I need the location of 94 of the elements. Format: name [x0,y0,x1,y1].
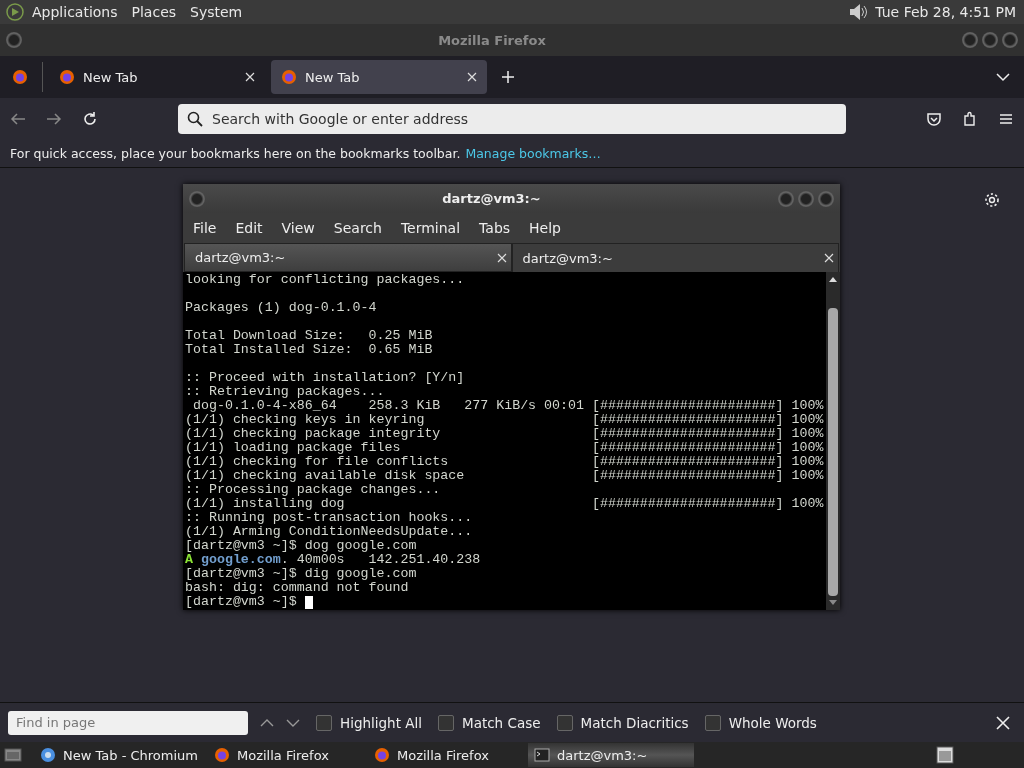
menu-item[interactable]: Terminal [400,220,461,236]
down-icon[interactable] [286,717,300,728]
close-icon[interactable] [467,72,477,82]
terminal-line: looking for conflicting packages... [185,273,465,287]
browser-tab[interactable]: New Tab [49,60,265,94]
manage-bookmarks-link[interactable]: Manage bookmarks… [465,146,601,161]
scrollbar[interactable] [826,272,840,610]
window-menu-button[interactable] [6,32,22,48]
up-icon[interactable] [260,717,274,728]
chevron-down-icon[interactable] [996,72,1010,82]
close-icon[interactable] [824,253,834,263]
terminal-line: (1/1) checking package integrity [######################] 100% [185,427,824,441]
logo-icon[interactable] [6,3,24,21]
browser-tab[interactable]: New Tab [271,60,487,94]
menu-item[interactable]: File [193,220,217,236]
extensions-icon[interactable] [962,111,978,127]
firefox-icon[interactable] [12,69,28,85]
checkbox-label[interactable]: Match Diacritics [580,714,689,731]
terminal-line: [dartz@vm3 ~]$ dig google.com [185,567,417,581]
terminal-line: (1/1) checking available disk space [######################] 100% [185,469,824,483]
minimize-button[interactable] [962,32,978,48]
terminal-tab[interactable]: dartz@vm3:~ [184,243,512,272]
address-field[interactable]: Search with Google or enter address [178,104,846,134]
menu-item[interactable]: Help [529,220,561,236]
terminal-line: Total Download Size: 0.25 MiB [185,329,433,343]
menu-item[interactable]: View [281,220,315,236]
terminal-line: Packages (1) dog-0.1.0-4 [185,301,377,315]
terminal-line: :: Running post-transaction hooks... [185,511,473,525]
minimize-button[interactable] [778,190,794,207]
pocket-icon[interactable] [926,111,942,127]
menu-item[interactable]: Edit [235,220,263,236]
panel-menu[interactable]: System [190,4,243,20]
firefox-icon [373,747,390,763]
checkbox-label[interactable]: Match Case [462,714,541,731]
terminal-line: :: Processing package changes... [185,483,441,497]
scroll-up-icon[interactable] [829,276,837,282]
menu-item[interactable]: Tabs [479,220,511,236]
forward-icon[interactable] [46,111,62,127]
search-icon [187,111,203,127]
close-icon[interactable] [245,72,255,82]
close-icon[interactable] [996,715,1010,730]
taskbar-item[interactable]: dartz@vm3:~ [527,743,694,767]
panel-menu[interactable]: Places [131,4,177,20]
terminal-line: dog-0.1.0-4-x86_64 258.3 KiB 277 KiB/s 00:01 [######################] 100% [191,399,824,413]
terminal-line: Total Installed Size: 0.65 MiB [185,343,433,357]
window-title: dartz@vm3:~ [441,191,542,206]
checkbox[interactable] [704,714,721,731]
terminal-line: (1/1) loading package files [######################] 100% [185,441,824,455]
terminal-line: (1/1) Arming ConditionNeedsUpdate... [185,525,473,539]
firefox-icon [59,69,75,85]
firefox-icon [213,747,230,763]
checkbox[interactable] [316,714,332,731]
close-button[interactable] [818,190,834,207]
taskbar-item[interactable]: Mozilla Firefox [367,743,524,767]
terminal-line: (1/1) checking keys in keyring [######################] 100% [185,413,824,427]
back-icon[interactable] [10,111,26,127]
taskbar-item[interactable]: New Tab - Chromium [34,743,204,767]
settings-icon[interactable] [984,192,1000,208]
scroll-down-icon[interactable] [829,600,837,606]
terminal-line: [dartz@vm3 ~]$ [185,595,298,609]
checkbox-label[interactable]: Whole Words [728,714,817,731]
clock[interactable]: Tue Feb 28, 4:51 PM [875,4,1016,20]
terminal-line: [dartz@vm3 ~]$ dog google.com [185,539,417,553]
checkbox[interactable] [556,714,573,731]
terminal-line: (1/1) checking for file conflicts [######################] 100% [185,455,824,469]
terminal-line: :: Retrieving packages... [185,385,385,399]
checkbox-label[interactable]: Highlight All [340,714,422,731]
speaker-icon[interactable] [847,1,870,23]
close-icon[interactable] [496,252,507,263]
find-field[interactable]: Find in page [8,710,248,735]
show-desktop-icon[interactable] [4,746,22,764]
scroll-thumb[interactable] [828,308,838,596]
menu-icon[interactable] [998,111,1014,127]
panel-menu[interactable]: Applications [32,4,118,20]
terminal-line: :: Proceed with installation? [Y/n] [185,371,465,385]
maximize-button[interactable] [982,32,998,48]
window-title: Mozilla Firefox [437,32,547,48]
terminal-tab[interactable]: dartz@vm3:~ [511,243,839,272]
window-menu-button[interactable] [189,190,205,207]
taskbar-item[interactable]: Mozilla Firefox [207,743,364,767]
plus-icon[interactable] [501,70,515,84]
close-button[interactable] [1002,32,1018,48]
terminal-icon [533,747,550,763]
bookmarks-hint: For quick access, place your bookmarks here on the bookmarks toolbar. [10,146,461,161]
firefox-icon [281,69,297,85]
reload-icon[interactable] [82,111,98,127]
terminal-line: (1/1) installing dog [######################] 100% [185,497,824,511]
checkbox[interactable] [438,714,454,731]
terminal-line: bash: dig: command not found [185,581,409,595]
window-list-icon[interactable] [936,746,954,764]
terminal-line: A google.com. 40m00s 142.251.40.238 [185,553,481,567]
menu-item[interactable]: Search [333,220,382,236]
maximize-button[interactable] [798,190,814,207]
chromium-icon [40,747,56,763]
